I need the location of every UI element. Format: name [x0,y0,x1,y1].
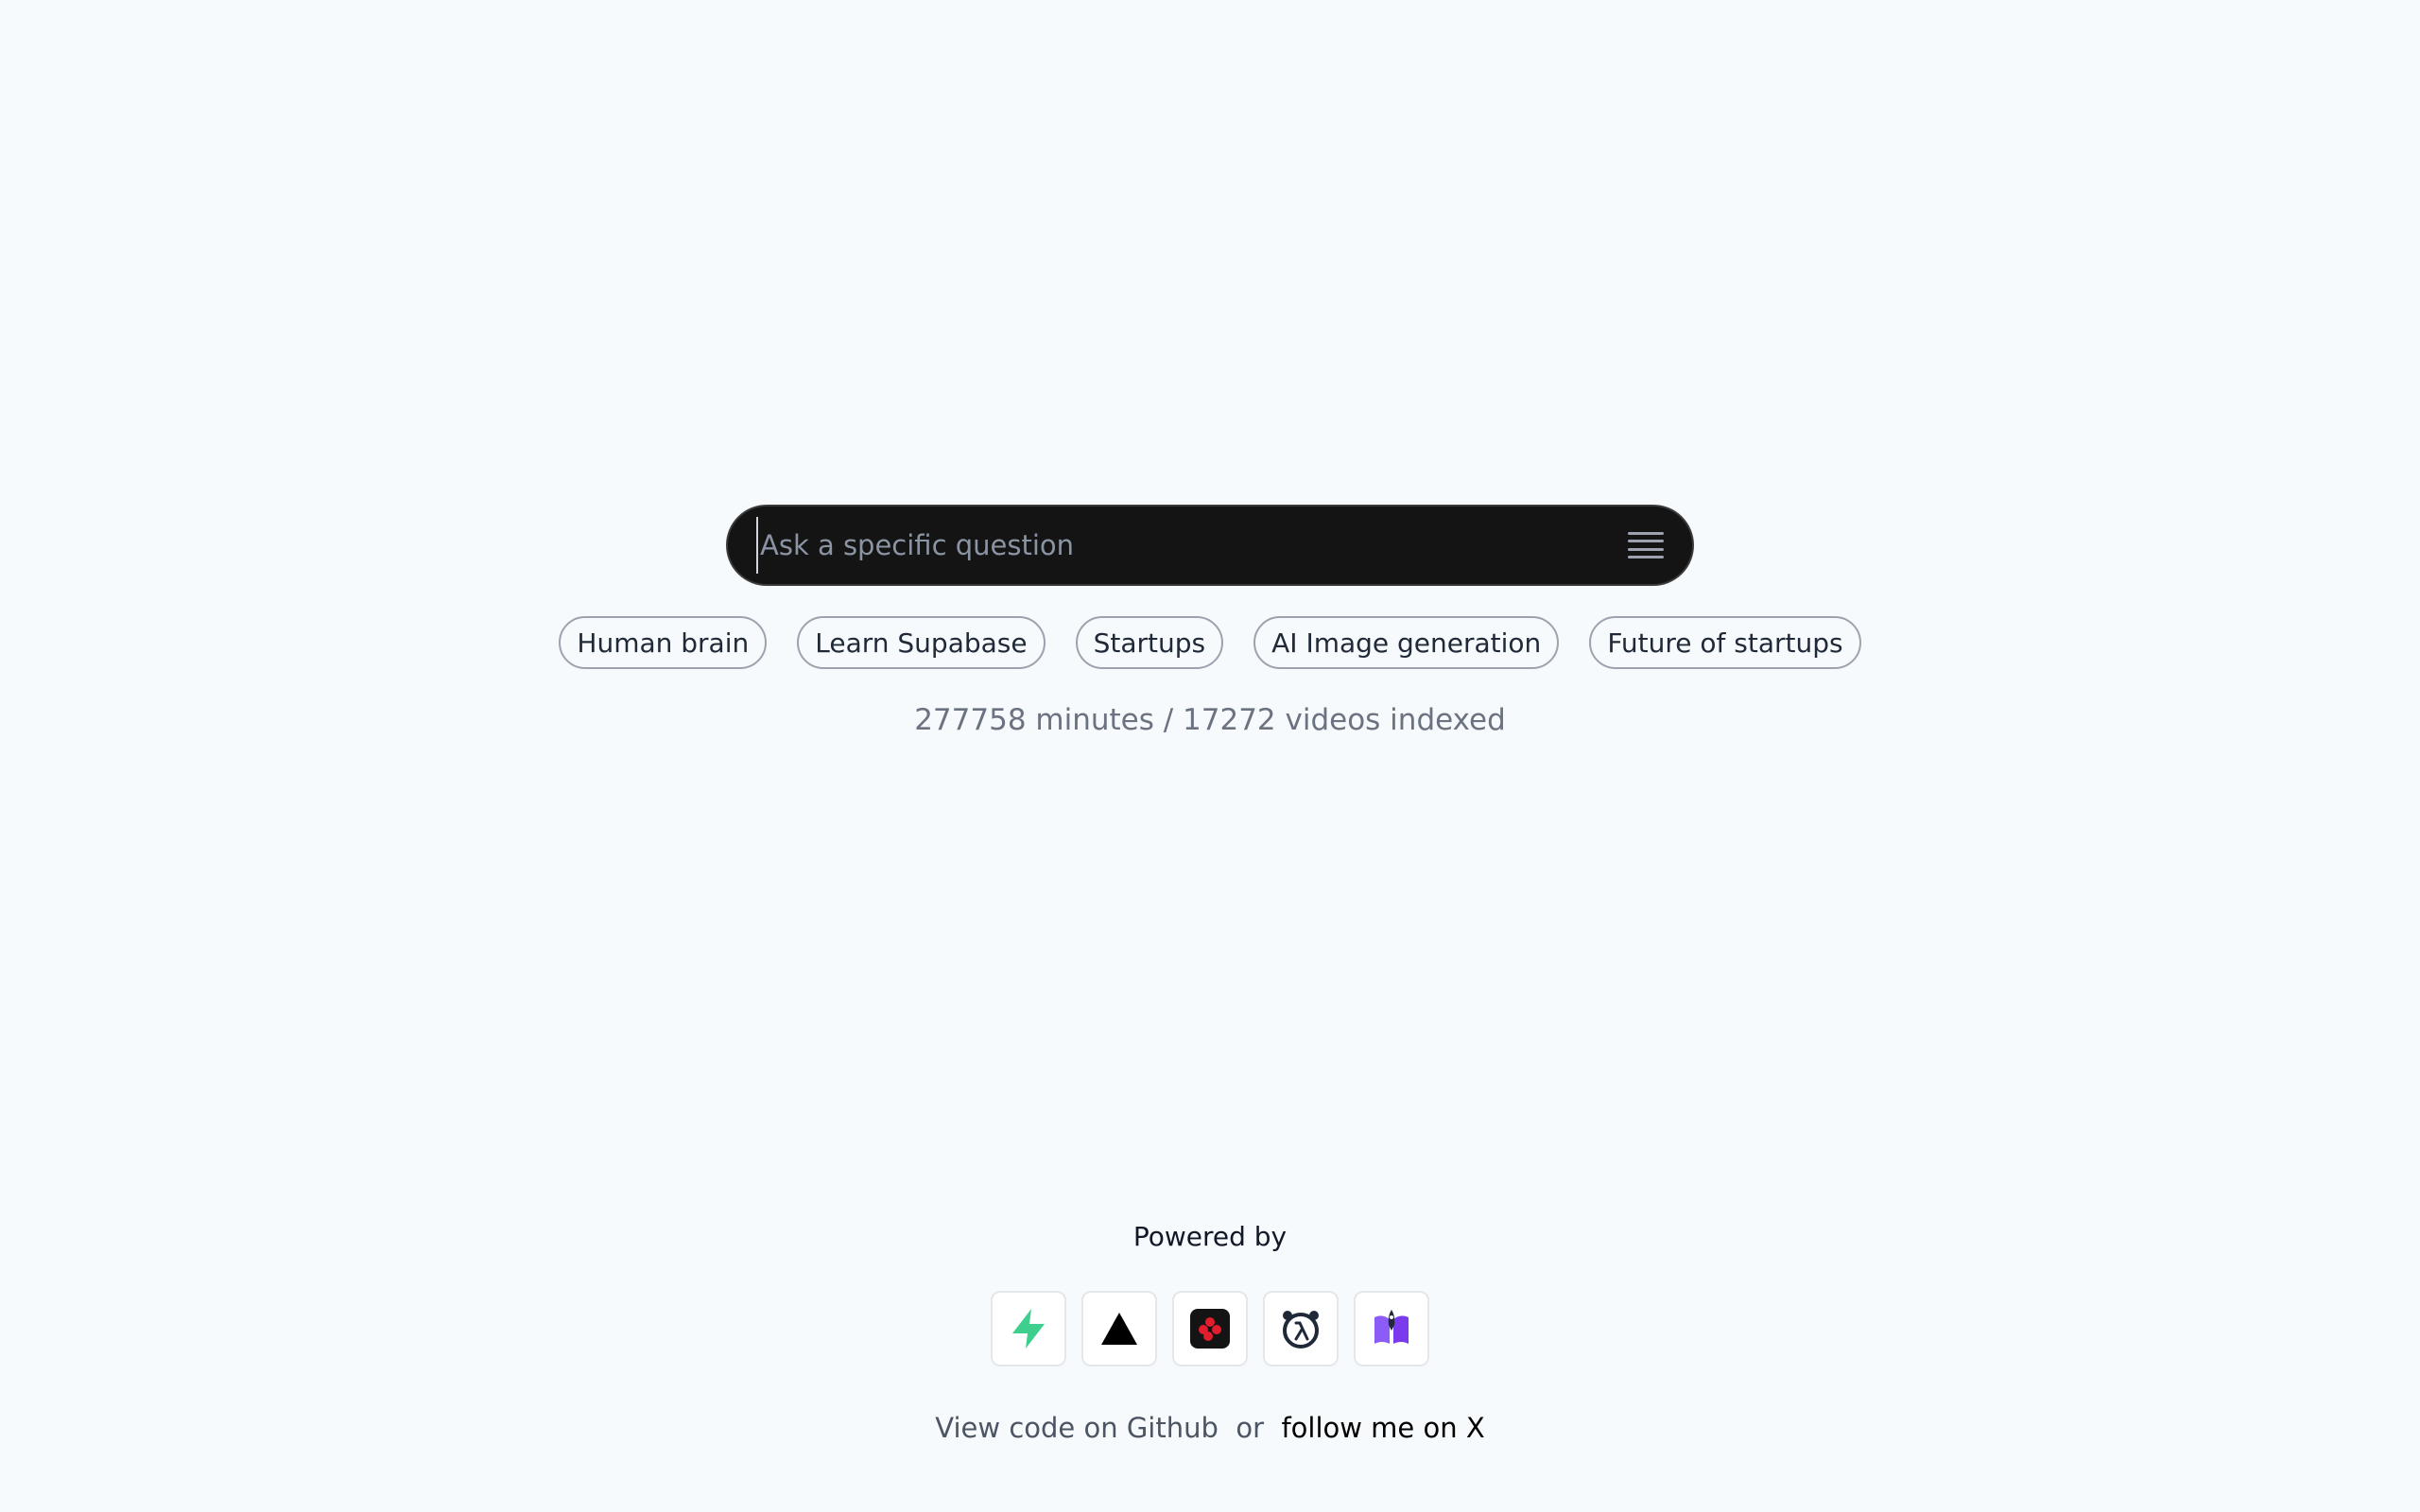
hamburger-menu-icon[interactable] [1628,532,1664,558]
footer-links: View code on Github or follow me on X [0,1412,2420,1444]
suggestion-chip-ai-image-generation[interactable]: AI Image generation [1253,616,1560,669]
purple-bird-logo-link[interactable] [1354,1291,1429,1366]
vercel-logo-link[interactable] [1081,1291,1157,1366]
vercel-icon [1101,1313,1137,1345]
supabase-icon [1012,1309,1045,1349]
index-stats: 277758 minutes / 17272 videos indexed [914,703,1506,737]
footer-or-text: or [1227,1412,1273,1444]
suggestion-chip-startups[interactable]: Startups [1075,616,1224,669]
sponsor-logos [0,1291,2420,1366]
lambda-bear-logo-link[interactable] [1263,1291,1339,1366]
search-input[interactable] [756,517,1628,574]
purple-bird-icon [1374,1310,1409,1344]
lambda-bear-icon [1283,1311,1319,1349]
suggestion-chip-learn-supabase[interactable]: Learn Supabase [797,616,1046,669]
follow-on-x-link[interactable]: follow me on X [1281,1412,1484,1444]
supabase-logo-link[interactable] [991,1291,1066,1366]
powered-by-label: Powered by [1132,1221,1288,1252]
suggestion-chip-future-of-startups[interactable]: Future of startups [1589,616,1861,669]
page: Human brain Learn Supabase Startups AI I… [0,0,2420,1512]
github-link[interactable]: View code on Github [935,1412,1219,1444]
suggestion-chips: Human brain Learn Supabase Startups AI I… [0,616,2420,669]
suggestion-chip-human-brain[interactable]: Human brain [559,616,768,669]
red-logo-icon [1190,1309,1230,1349]
search-bar [726,505,1694,586]
red-logo-link[interactable] [1172,1291,1248,1366]
